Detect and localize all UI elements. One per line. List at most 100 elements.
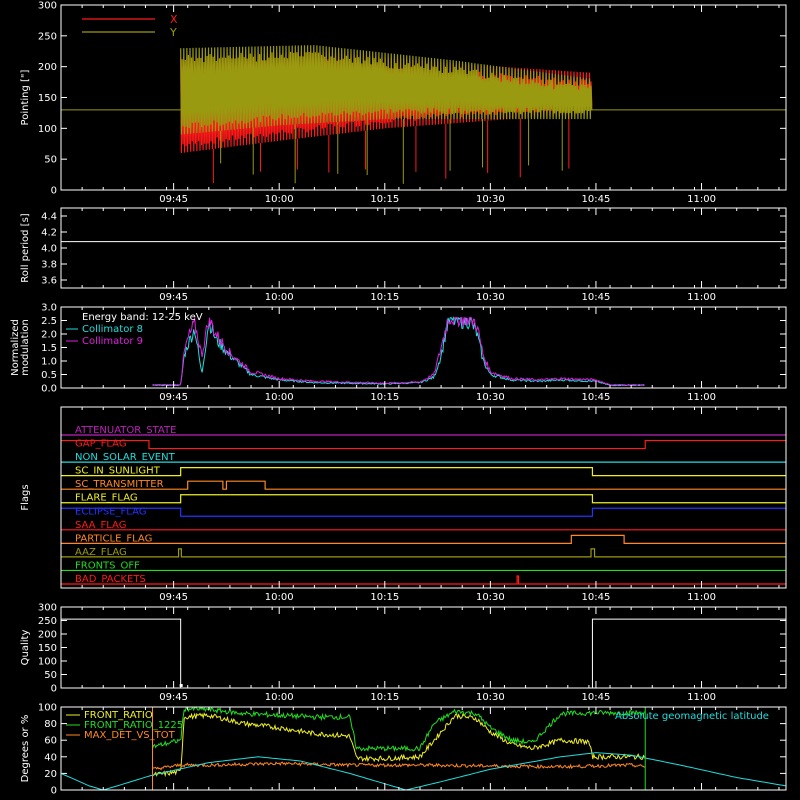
y-tick-label: 3.8 — [41, 260, 57, 271]
flag-label-attenuator-state: ATTENUATOR_STATE — [75, 425, 176, 436]
y-tick-label: 3.0 — [41, 303, 57, 314]
y-tick-label: 80 — [44, 719, 57, 730]
flag-line-flare-flag — [61, 494, 786, 504]
flag-line-aaz-flag — [61, 548, 786, 558]
flag-label-flare-flag: FLARE_FLAG — [75, 493, 138, 504]
series-absolute-geomagnetic-latitude — [61, 752, 786, 790]
x-tick-label: 10:45 — [582, 292, 611, 303]
x-tick-label: 10:15 — [370, 392, 399, 403]
y-tick-label: 50 — [44, 670, 57, 681]
y-tick-label: 100 — [38, 657, 57, 668]
panel-flags: Flags ATTENUATOR_STATE GAP_FLAG NON_SOLAR_E… — [20, 406, 787, 603]
flag-label-eclipse-flag: ECLIPSE_FLAG — [75, 506, 146, 517]
flag-label-saa-flag: SAA_FLAG — [75, 520, 126, 531]
legend-label-x: X — [170, 13, 178, 26]
y-tick-label: 0 — [51, 186, 57, 197]
flag-label-particle-flag: PARTICLE_FLAG — [75, 533, 152, 544]
x-tick-label: 10:30 — [476, 592, 505, 603]
chart-canvas: 050100150200250300Pointing ["]XY09:45 10:… — [10, 1, 787, 797]
y-tick-label: 1.5 — [41, 343, 57, 354]
flag-label-sc-transmitter: SC_TRANSMITTER — [75, 479, 164, 490]
legend-label: MAX_DET_VS_TOT — [84, 730, 176, 741]
x-tick-label: 11:00 — [687, 592, 716, 603]
y-tick-label: 50 — [44, 155, 57, 166]
quality-line — [61, 618, 786, 689]
y-axis-label: Flags — [20, 484, 31, 510]
panel-ratios: 020406080100Degrees or % FRONT_RATIOFRONT… — [20, 703, 787, 797]
y-tick-label: 1.0 — [41, 357, 57, 368]
y-tick-label: 3.6 — [41, 276, 57, 287]
quality-marker — [179, 684, 183, 687]
x-tick-label: 10:00 — [265, 692, 294, 703]
x-tick-label: 11:00 — [687, 194, 716, 205]
flag-label-sc-in-sunlight: SC_IN_SUNLIGHT — [75, 466, 161, 477]
y-tick-label: 4.4 — [41, 212, 57, 223]
legend-label-y: Y — [169, 26, 177, 39]
y-axis-label: Pointing ["] — [20, 69, 31, 125]
x-tick-label: 10:45 — [582, 194, 611, 205]
x-tick-label: 10:00 — [265, 592, 294, 603]
legend-title: Energy band: 12-25 keV — [82, 312, 203, 323]
x-tick-label: 10:45 — [582, 392, 611, 403]
panel-roll-period: 3.6 3.8 4.0 4.2 4.4 Roll period [s] 09:45 10:00… — [20, 207, 787, 303]
x-tick-label: 10:45 — [582, 692, 611, 703]
y-tick-label: 40 — [44, 752, 57, 763]
flag-line-sc-in-sunlight — [61, 467, 786, 477]
series-max-det-vs-tot — [152, 761, 645, 771]
flag-label-bad-packets: BAD_PACKETS — [75, 574, 146, 585]
flag-line-sc-transmitter — [61, 480, 786, 490]
y-tick-label: 0.5 — [41, 370, 57, 381]
x-tick-label: 10:00 — [265, 194, 294, 205]
y-tick-label: 0.0 — [41, 384, 57, 395]
panel-quality: 0 50 100 150 200 250 300 Quality 09:45 10:00 10:15… — [20, 603, 787, 703]
x-tick-label: 10:30 — [476, 292, 505, 303]
y-tick-label: 150 — [38, 643, 57, 654]
x-tick-label: 11:00 — [687, 292, 716, 303]
y-tick-label: 60 — [44, 736, 57, 747]
y-tick-label: 250 — [38, 31, 57, 42]
y-tick-label: 300 — [38, 1, 57, 12]
plot-frame — [60, 207, 787, 289]
panel-modulation: 0.00.51.01.52.02.53.0Normalized modulatio… — [10, 303, 787, 403]
x-tick-label: 10:30 — [476, 392, 505, 403]
x-tick-label: 10:15 — [370, 292, 399, 303]
x-tick-label: 10:00 — [265, 292, 294, 303]
y-tick-label: 300 — [38, 603, 57, 614]
y-tick-label: 2.5 — [41, 316, 57, 327]
flag-line-eclipse-flag — [61, 507, 786, 517]
y-axis-label: modulation — [20, 319, 31, 376]
flag-label-fronts-off: FRONTS_OFF — [75, 560, 140, 571]
y-tick-label: 200 — [38, 62, 57, 73]
flag-label-gap-flag: GAP_FLAG — [75, 439, 127, 450]
x-tick-label: 09:45 — [159, 292, 188, 303]
x-tick-label: 10:00 — [265, 392, 294, 403]
legend-label: Collimator 8 — [82, 324, 143, 335]
x-tick-label: 09:45 — [159, 592, 188, 603]
y-axis-label: Quality — [20, 630, 31, 666]
x-tick-label: 10:15 — [370, 194, 399, 205]
y-tick-label: 0 — [51, 786, 57, 797]
y-tick-label: 250 — [38, 616, 57, 627]
flag-line-particle-flag — [61, 534, 786, 544]
annotation-geomagnetic-latitude: Absolute geomagnetic latitude — [615, 711, 769, 722]
x-tick-label: 10:45 — [582, 592, 611, 603]
x-tick-label: 11:00 — [687, 692, 716, 703]
panel-pointing: 0 50 100 150 200 250 300 Pointing ["] XY 09:45 10:… — [20, 1, 787, 205]
y-tick-label: 150 — [38, 93, 57, 104]
x-tick-label: 10:30 — [476, 194, 505, 205]
y-tick-label: 4.2 — [41, 228, 57, 239]
y-tick-label: 20 — [44, 769, 57, 780]
x-tick-label: 10:15 — [370, 692, 399, 703]
series-collimator-9 — [152, 317, 645, 386]
series-front-ratio-1225 — [152, 707, 645, 753]
y-tick-label: 200 — [38, 630, 57, 641]
flag-label-non-solar-event: NON_SOLAR_EVENT — [75, 452, 176, 463]
flag-line-gap-flag — [61, 439, 786, 450]
x-tick-label: 11:00 — [687, 392, 716, 403]
y-tick-label: 100 — [38, 703, 57, 714]
x-tick-label: 09:45 — [159, 194, 188, 205]
flag-label-aaz-flag: AAZ_FLAG — [75, 547, 127, 558]
y-axis-label: Degrees or % — [20, 715, 31, 783]
y-tick-label: 4.0 — [41, 244, 57, 255]
x-tick-label: 09:45 — [159, 692, 188, 703]
